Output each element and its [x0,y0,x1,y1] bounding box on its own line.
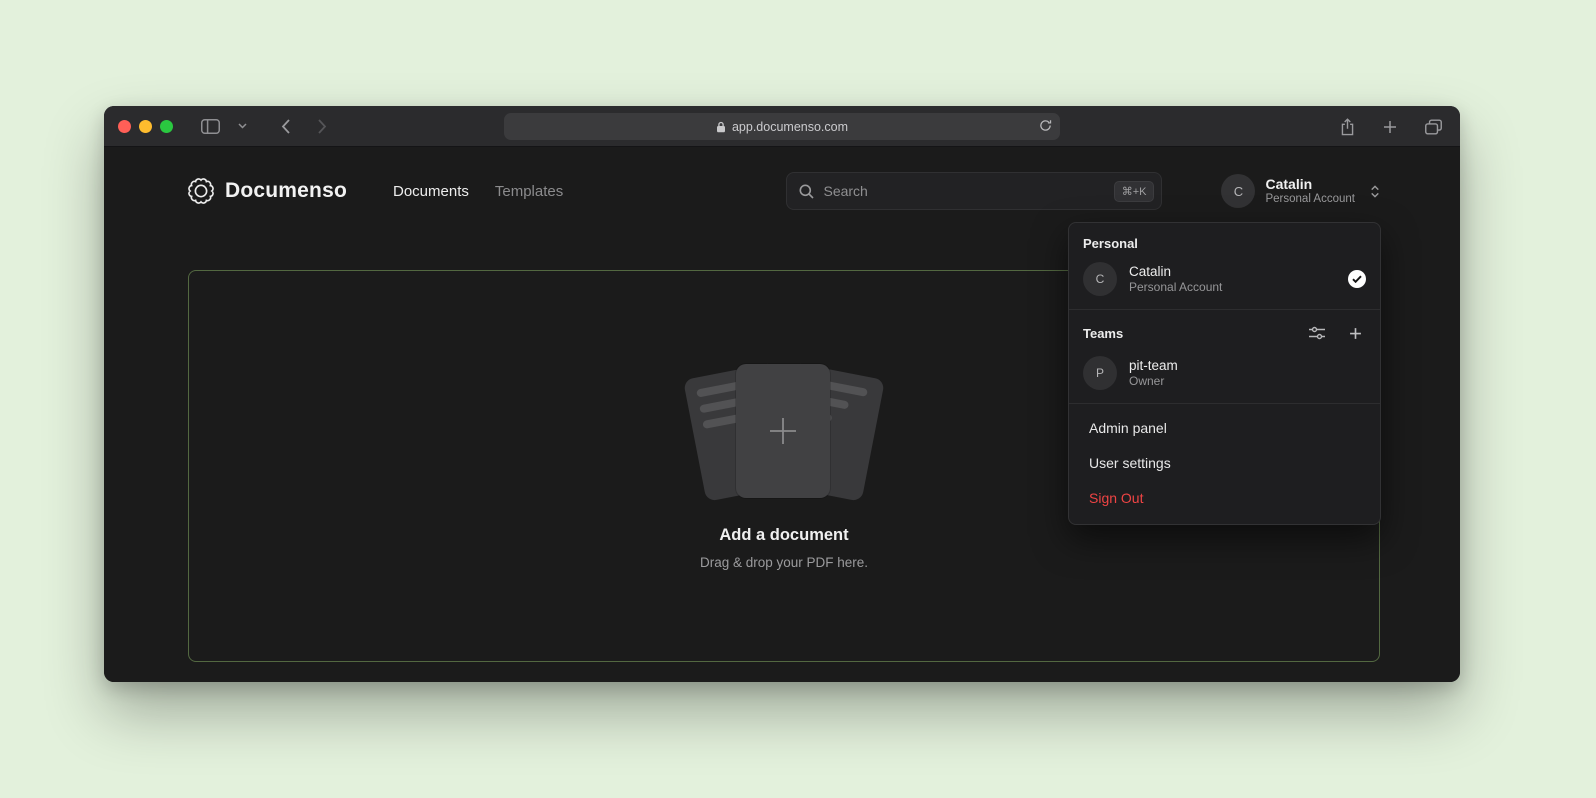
brand-name: Documenso [225,179,347,203]
account-name: Catalin [1265,176,1355,193]
back-button[interactable] [277,115,294,138]
minimize-button[interactable] [139,120,152,133]
personal-section-label: Personal [1069,223,1380,258]
search-input[interactable] [823,183,1104,199]
nav-documents[interactable]: Documents [393,183,469,200]
documents-illustration [674,362,894,504]
menu-item-admin-panel[interactable]: Admin panel [1069,410,1380,445]
plus-icon [1383,120,1397,134]
sidebar-toggle-button[interactable] [197,115,224,138]
lock-icon [716,121,726,133]
tabs-icon [1425,119,1442,135]
avatar: C [1083,262,1117,296]
chevron-down-icon [238,123,247,129]
reload-icon [1039,119,1052,132]
reload-button[interactable] [1039,119,1052,135]
traffic-lights [118,120,173,133]
plus-icon [1349,327,1362,340]
chevron-up-down-icon [1370,184,1380,199]
account-menu: Personal C Catalin Personal Account Team… [1068,222,1381,525]
personal-account-item[interactable]: C Catalin Personal Account [1069,258,1380,309]
browser-window: app.documenso.com [104,106,1460,682]
chevron-right-icon [318,119,327,134]
selected-check-icon [1348,270,1366,288]
avatar: P [1083,356,1117,390]
forward-button[interactable] [314,115,331,138]
avatar: C [1221,174,1255,208]
plus-icon [766,414,800,448]
sliders-icon [1309,326,1325,340]
account-type: Personal Account [1265,193,1355,206]
share-button[interactable] [1336,114,1359,140]
illustration-card-add [736,364,830,498]
address-bar[interactable]: app.documenso.com [504,113,1060,140]
documenso-app: Documenso Documents Templates ⌘+K C Cata… [104,147,1460,682]
main-nav: Documents Templates [393,183,563,200]
item-name: pit-team [1129,357,1178,374]
tab-group-button[interactable] [234,119,251,133]
browser-toolbar: app.documenso.com [104,106,1460,147]
create-team-button[interactable] [1345,323,1366,344]
dropzone-title: Add a document [719,526,848,545]
manage-teams-button[interactable] [1305,322,1329,344]
brand[interactable]: Documenso [188,178,347,204]
item-name: Catalin [1129,263,1222,280]
share-icon [1340,118,1355,136]
new-tab-button[interactable] [1379,116,1401,138]
search-icon [799,184,814,199]
nav-templates[interactable]: Templates [495,183,563,200]
url-text: app.documenso.com [732,120,848,134]
documenso-logo-icon [188,178,214,204]
search-shortcut-badge: ⌘+K [1114,181,1155,202]
menu-item-sign-out[interactable]: Sign Out [1069,480,1380,515]
chevron-left-icon [281,119,290,134]
search-bar[interactable]: ⌘+K [786,172,1162,210]
sidebar-icon [201,119,220,134]
teams-section-label: Teams [1083,326,1123,341]
close-button[interactable] [118,120,131,133]
tab-overview-button[interactable] [1421,115,1446,139]
account-menu-trigger[interactable]: C Catalin Personal Account [1221,174,1380,208]
item-subtitle: Owner [1129,374,1178,389]
zoom-button[interactable] [160,120,173,133]
item-subtitle: Personal Account [1129,280,1222,295]
menu-item-user-settings[interactable]: User settings [1069,445,1380,480]
dropzone-subtitle: Drag & drop your PDF here. [700,555,868,570]
team-item[interactable]: P pit-team Owner [1069,352,1380,403]
